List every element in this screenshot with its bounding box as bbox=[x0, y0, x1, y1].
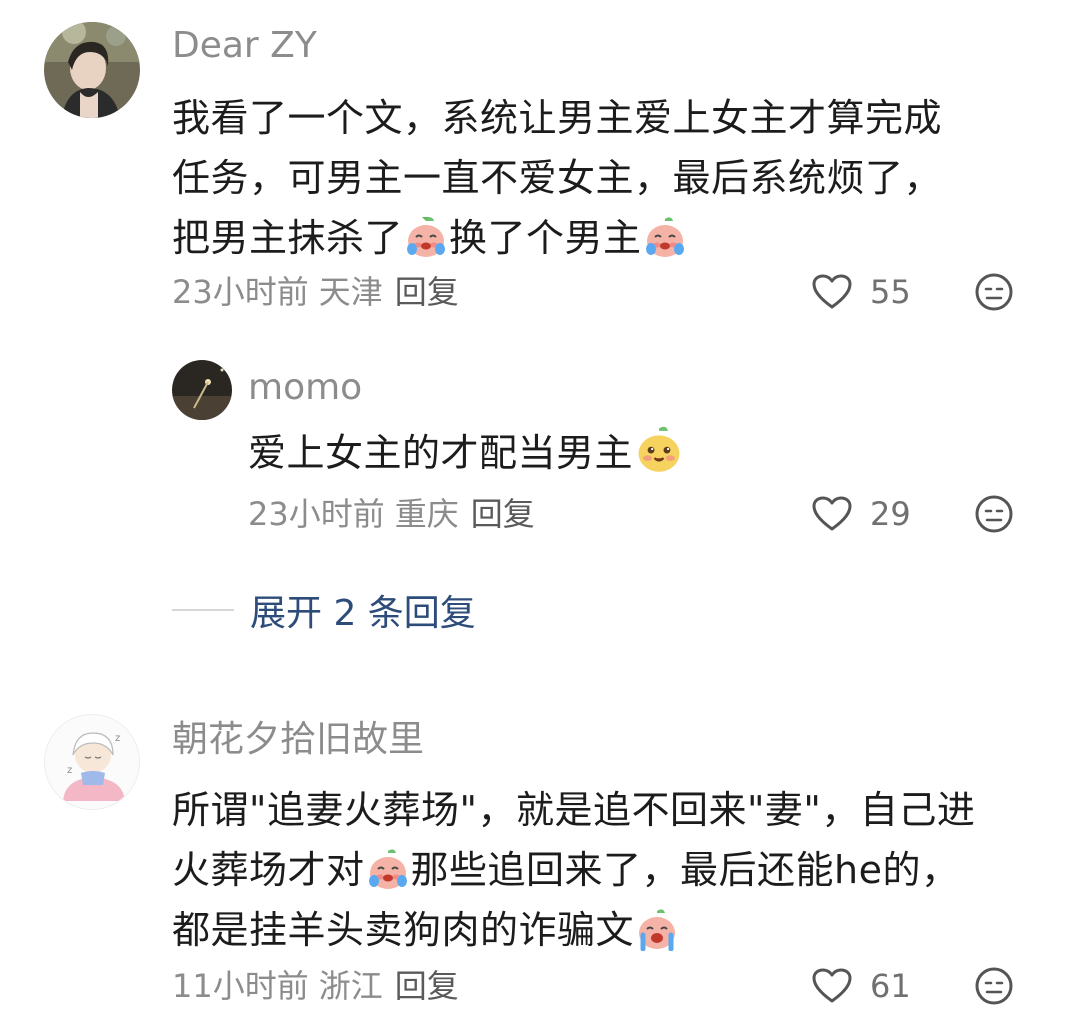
avatar[interactable] bbox=[44, 22, 140, 118]
heart-outline-icon bbox=[812, 968, 852, 1003]
comment-meta: 11小时前 浙江 回复 bbox=[172, 966, 459, 1006]
comment-text-segment: 爱上女主的才配当男主 bbox=[248, 431, 634, 475]
crying-emoji bbox=[368, 849, 407, 889]
expand-replies-label: 展开 2 条回复 bbox=[250, 593, 476, 634]
like-count: 55 bbox=[870, 273, 911, 311]
comment-text: 所谓"追妻火葬场"，就是追不回来"妻"，自己进 火葬场才对 那些追回来了，最后还能… bbox=[172, 782, 975, 962]
location: 天津 bbox=[318, 273, 383, 311]
comment-item: z z 朝花夕拾旧故里 所谓"追妻火葬场"，就是追不回来"妻"，自己进 火葬场才… bbox=[0, 700, 1080, 1033]
comment-text: 爱上女主的才配当男主 bbox=[248, 424, 685, 484]
reply-button[interactable]: 回复 bbox=[395, 273, 459, 311]
like-button[interactable]: 61 bbox=[812, 964, 911, 1008]
crying-emoji bbox=[645, 217, 684, 257]
heart-outline-icon bbox=[812, 496, 852, 531]
username[interactable]: 朝花夕拾旧故里 bbox=[172, 718, 424, 762]
reply-button[interactable]: 回复 bbox=[395, 967, 459, 1005]
username[interactable]: Dear ZY bbox=[172, 24, 317, 68]
crying-emoji bbox=[639, 909, 676, 951]
comment-text-segment: 换了个男主 bbox=[449, 216, 642, 260]
comment-text-segment: 那些追回来了，最后还能he的， bbox=[410, 848, 960, 892]
timestamp: 23小时前 bbox=[172, 273, 309, 311]
dislike-face-icon[interactable] bbox=[974, 272, 1014, 312]
like-count: 61 bbox=[870, 967, 911, 1005]
reply-button[interactable]: 回复 bbox=[471, 495, 535, 533]
comment-line: 所谓"追妻火葬场"，就是追不回来"妻"，自己进 bbox=[172, 788, 976, 832]
avatar[interactable]: z z bbox=[44, 714, 140, 810]
timestamp: 11小时前 bbox=[172, 967, 309, 1005]
comment-line: 火葬场才对 那些追回来了，最后还能he的， bbox=[172, 842, 975, 902]
comment-line: 爱上女主的才配当男主 bbox=[248, 424, 685, 484]
svg-text:z: z bbox=[115, 733, 120, 744]
comment-item: Dear ZY 我看了一个文，系统让男主爱上女主才算完成 任务，可男主一直不爱女… bbox=[0, 0, 1080, 330]
comment-line: 都是挂羊头卖狗肉的诈骗文 bbox=[172, 902, 975, 962]
heart-outline-icon bbox=[812, 274, 852, 309]
crying-emoji bbox=[407, 217, 446, 257]
comment-line: 任务，可男主一直不爱女主，最后系统烦了， bbox=[172, 156, 943, 200]
like-button[interactable]: 55 bbox=[812, 270, 911, 314]
comment-text-segment: 都是挂羊头卖狗肉的诈骗文 bbox=[172, 908, 635, 952]
location: 浙江 bbox=[318, 967, 383, 1005]
like-button[interactable]: 29 bbox=[812, 492, 911, 536]
happy-emoji bbox=[638, 426, 680, 472]
dislike-face-icon[interactable] bbox=[974, 966, 1014, 1006]
like-count: 29 bbox=[870, 495, 911, 533]
comment-line: 把男主抹杀了 换了个男主 bbox=[172, 210, 942, 270]
reply-item: momo 爱上女主的才配当男主 23小时前 重庆 回复 29 bbox=[0, 350, 1080, 550]
expand-replies-button[interactable]: 展开 2 条回复 bbox=[172, 584, 476, 636]
avatar[interactable] bbox=[172, 360, 232, 420]
comment-text-segment: 火葬场才对 bbox=[172, 848, 365, 892]
timestamp: 23小时前 bbox=[248, 495, 385, 533]
divider bbox=[172, 609, 234, 611]
location: 重庆 bbox=[394, 495, 459, 533]
comment-meta: 23小时前 重庆 回复 bbox=[248, 494, 535, 534]
comment-text-segment: 把男主抹杀了 bbox=[172, 216, 404, 260]
comment-meta: 23小时前 天津 回复 bbox=[172, 272, 459, 312]
username[interactable]: momo bbox=[248, 366, 362, 410]
comment-text: 我看了一个文，系统让男主爱上女主才算完成 任务，可男主一直不爱女主，最后系统烦了… bbox=[172, 90, 942, 270]
svg-text:z: z bbox=[67, 765, 72, 776]
dislike-face-icon[interactable] bbox=[974, 494, 1014, 534]
comment-line: 我看了一个文，系统让男主爱上女主才算完成 bbox=[172, 96, 943, 140]
